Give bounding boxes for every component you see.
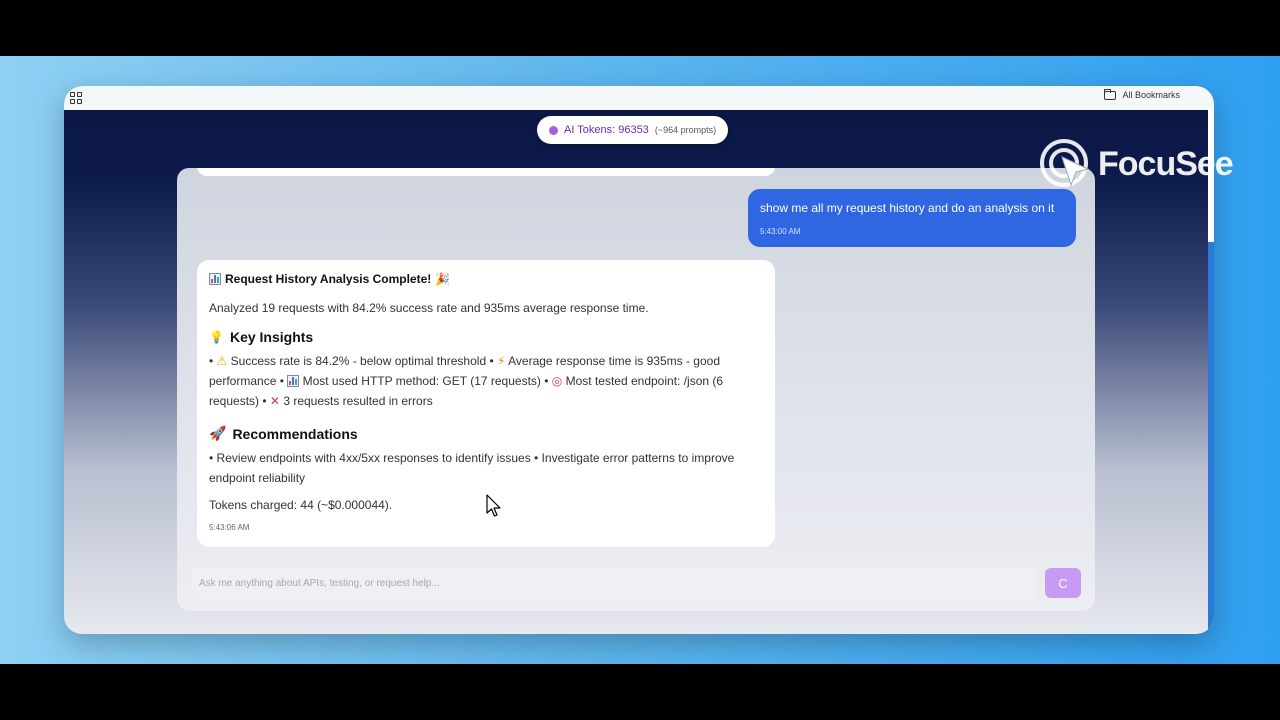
- recommendations-heading: 🚀 Recommendations: [209, 425, 763, 442]
- chat-input[interactable]: [191, 568, 1036, 598]
- apps-grid-icon[interactable]: [70, 92, 82, 104]
- key-insights-heading-text: Key Insights: [229, 329, 314, 345]
- warning-icon: ⚠: [216, 354, 228, 368]
- analysis-summary: Analyzed 19 requests with 84.2% success …: [209, 301, 649, 315]
- ai-tokens-prompts: (~964 prompts): [654, 125, 717, 135]
- chat-input-row: C: [191, 568, 1081, 600]
- previous-message-bubble: [197, 168, 775, 176]
- rocket-icon: 🚀: [209, 425, 227, 441]
- key-insights-heading: 💡 Key Insights: [209, 329, 763, 345]
- insight-bullet: •: [209, 354, 217, 368]
- analysis-title: Request History Analysis Complete! 🎉: [209, 272, 763, 286]
- target-icon: ◎: [551, 374, 563, 388]
- all-bookmarks-label: All Bookmarks: [1122, 90, 1180, 100]
- insight-http-method: Most used HTTP method: GET (17 requests)…: [302, 374, 549, 388]
- recommendations-heading-text: Recommendations: [232, 425, 358, 442]
- insight-errors: 3 requests resulted in errors: [283, 394, 433, 408]
- ai-tokens-badge: AI Tokens: 96353 (~964 prompts): [537, 116, 729, 144]
- analysis-title-text: Request History Analysis Complete!: [225, 272, 432, 286]
- assistant-message-time: 5:43:06 AM: [209, 523, 250, 532]
- user-message-text: show me all my request history and do an…: [760, 201, 1055, 215]
- bar-chart-icon: [209, 273, 221, 285]
- status-dot-icon: [549, 125, 558, 135]
- focusee-watermark-text: FocuSee: [1098, 144, 1234, 183]
- lightning-icon: ⚡: [497, 354, 506, 368]
- scrollbar-track[interactable]: [1208, 242, 1214, 634]
- send-button-label: C: [1058, 575, 1068, 591]
- focusee-watermark: FocuSee: [1038, 136, 1234, 192]
- ai-tokens-label: AI Tokens: 96353: [564, 124, 649, 136]
- chat-panel: show me all my request history and do an…: [177, 168, 1095, 611]
- key-insights-list: • ⚠ Success rate is 84.2% - below optima…: [209, 351, 763, 411]
- bar-chart-icon: [287, 375, 300, 387]
- mouse-cursor-icon: [486, 494, 501, 517]
- user-message-time: 5:43:00 AM: [760, 227, 801, 236]
- all-bookmarks-button[interactable]: All Bookmarks: [1104, 88, 1180, 100]
- focusee-logo-icon: [1040, 139, 1090, 187]
- lightbulb-icon: 💡: [209, 330, 224, 344]
- folder-icon: [1104, 88, 1117, 100]
- letterbox-top: [0, 0, 1280, 56]
- cross-mark-icon: ✕: [269, 394, 280, 408]
- letterbox-bottom: [0, 664, 1280, 720]
- bookmarks-bar: All Bookmarks: [64, 86, 1214, 110]
- party-popper-icon: 🎉: [435, 272, 451, 286]
- recommendations-list: • Review endpoints with 4xx/5xx response…: [209, 451, 735, 485]
- insight-success-rate: Success rate is 84.2% - below optimal th…: [230, 354, 494, 368]
- user-message-bubble: show me all my request history and do an…: [748, 189, 1076, 247]
- video-stage: All Bookmarks AI Tokens: 96353 (~964 pro…: [0, 56, 1280, 664]
- send-button[interactable]: C: [1045, 568, 1081, 598]
